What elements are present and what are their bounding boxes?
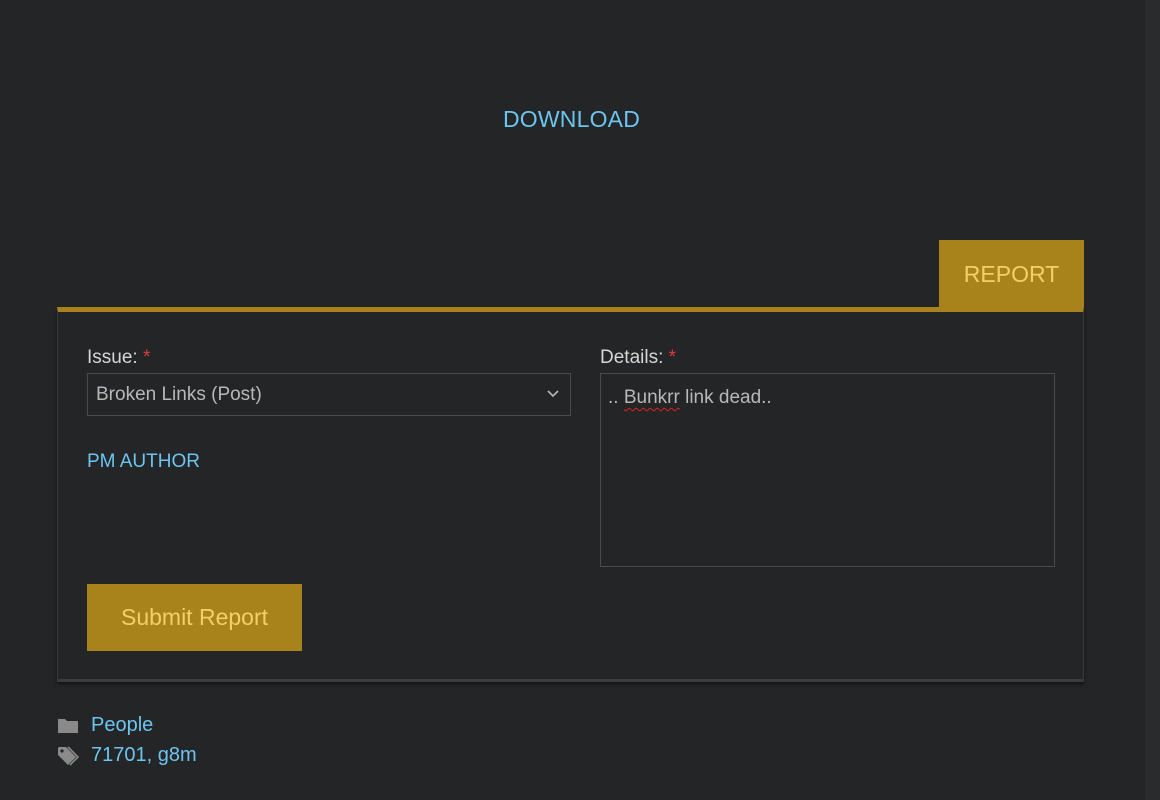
category-row: People [57,714,153,737]
details-required-mark: * [668,347,677,368]
issue-label-text: Issue: [87,347,138,368]
details-label: Details: * [600,347,676,369]
details-misspelled-word: Bunkrr [623,387,680,408]
issue-label: Issue: * [87,347,150,369]
details-text-prefix: .. [608,387,619,408]
details-text-suffix: link dead.. [685,387,772,408]
submit-report-button[interactable]: Submit Report [87,584,302,651]
submit-report-label: Submit Report [120,604,268,630]
report-tab-label: REPORT [963,261,1060,287]
tags-row: 71701, g8m [57,744,197,767]
report-panel-bottom-edge [57,679,1084,682]
report-tab[interactable]: REPORT [939,240,1084,309]
tag-icon [58,745,79,766]
category-link[interactable]: People [91,714,153,737]
tags-link[interactable]: 71701, g8m [91,744,197,767]
chevron-down-icon [547,390,559,398]
issue-required-mark: * [142,347,151,368]
details-textarea[interactable]: .. Bunkrr link dead.. [600,373,1055,567]
folder-icon [58,718,78,733]
details-label-text: Details: [600,347,664,368]
page-scroll-gutter [1145,0,1160,800]
issue-select-value: Broken Links (Post) [96,383,262,405]
pm-author-link[interactable]: PM AUTHOR [87,451,200,473]
download-link[interactable]: DOWNLOAD [0,106,1143,133]
issue-select[interactable]: Broken Links (Post) [87,373,571,416]
